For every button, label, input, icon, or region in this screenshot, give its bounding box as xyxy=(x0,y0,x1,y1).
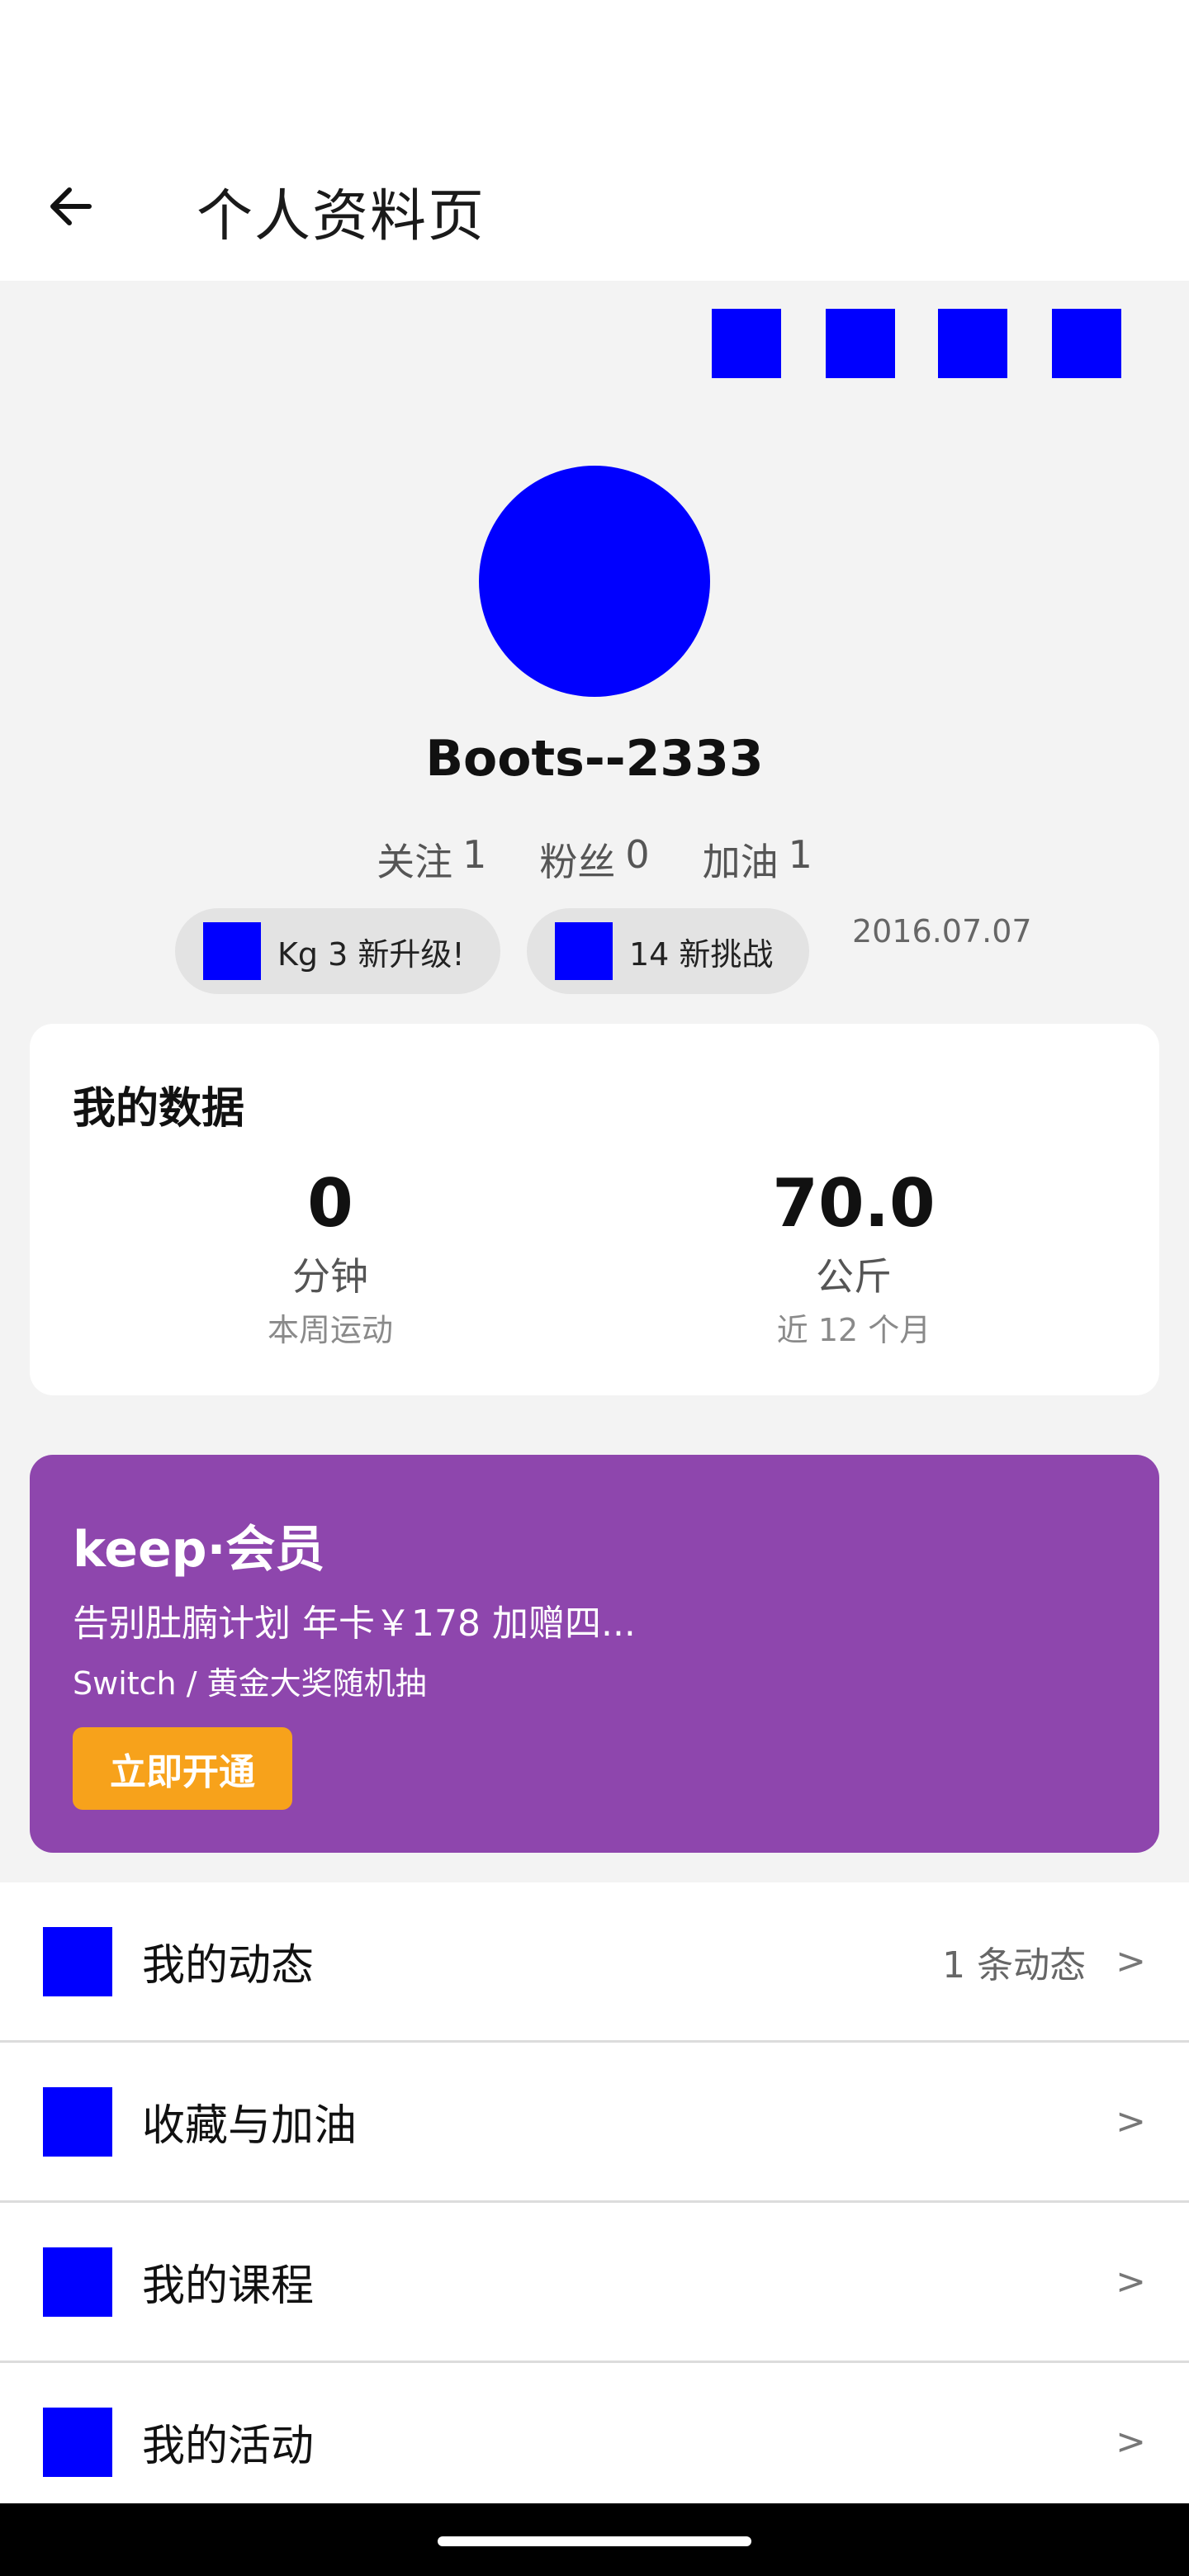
join-date: 2016.07.07 xyxy=(852,913,1032,949)
home-indicator[interactable] xyxy=(438,2536,751,2546)
toolbar-action-4-icon[interactable] xyxy=(1052,309,1121,378)
favorites-icon xyxy=(43,2086,112,2157)
metric-value: 70.0 xyxy=(772,1165,936,1242)
metric-weekly-exercise: 0 分钟 本周运动 xyxy=(124,1167,537,1350)
menu-item-my-courses[interactable]: 我的课程 > xyxy=(0,2203,1189,2363)
arrow-left-icon xyxy=(50,187,92,225)
menu-item-meta: 1 条动态 xyxy=(942,1944,1087,1986)
menu-list: 我的动态 1 条动态 > 收藏与加油 > 我的课程 > 我的活动 > xyxy=(0,1882,1189,2523)
chip-label: Kg 3 新升级! xyxy=(277,935,465,973)
system-nav-bar xyxy=(0,2503,1189,2576)
level-badge-icon xyxy=(203,922,261,980)
menu-item-label: 我的课程 xyxy=(142,2261,315,2311)
chevron-right-icon: > xyxy=(1116,2100,1146,2143)
my-data-card[interactable]: 我的数据 0 分钟 本周运动 70.0 公斤 近 12 个月 xyxy=(30,1024,1159,1395)
stat-value: 1 xyxy=(788,832,812,877)
profile-screen: 个人资料页 Boots--2333 关注 1 粉丝 0 加油 1 Kg 3 新升… xyxy=(0,0,1189,2576)
level-chip[interactable]: Kg 3 新升级! xyxy=(175,908,500,994)
toolbar-action-2-icon[interactable] xyxy=(826,309,895,378)
member-promo-subtext: Switch / 黄金大奖随机抽 xyxy=(73,1665,427,1702)
menu-item-label: 收藏与加油 xyxy=(142,2101,358,2151)
stat-label: 关注 xyxy=(377,840,453,884)
member-promo-text: 告别肚腩计划 年卡￥178 加赠四... xyxy=(73,1603,636,1645)
chip-label: 14 新挑战 xyxy=(629,935,774,973)
toolbar-action-1-icon[interactable] xyxy=(712,309,781,378)
username: Boots--2333 xyxy=(425,730,764,788)
stat-label: 加油 xyxy=(702,840,779,884)
courses-icon xyxy=(43,2247,112,2317)
menu-item-favorites[interactable]: 收藏与加油 > xyxy=(0,2043,1189,2203)
metric-desc: 本周运动 xyxy=(267,1312,393,1348)
member-promo-card[interactable]: keep·会员 告别肚腩计划 年卡￥178 加赠四... Switch / 黄金… xyxy=(30,1455,1159,1853)
stat-value: 0 xyxy=(625,832,650,877)
chevron-right-icon: > xyxy=(1116,1940,1146,1982)
menu-item-my-activities[interactable]: 我的活动 > xyxy=(0,2363,1189,2523)
activities-icon xyxy=(43,2407,112,2477)
metric-desc: 近 12 个月 xyxy=(776,1312,931,1348)
posts-icon xyxy=(43,1926,112,1996)
status-bar xyxy=(0,0,1189,140)
app-header: 个人资料页 xyxy=(0,140,1189,281)
page-title: 个人资料页 xyxy=(197,184,486,249)
metric-value: 0 xyxy=(307,1165,353,1242)
challenge-chip[interactable]: 14 新挑战 xyxy=(527,908,809,994)
metric-unit: 分钟 xyxy=(292,1254,368,1299)
open-membership-button[interactable]: 立即开通 xyxy=(73,1727,292,1810)
stat-following[interactable]: 关注 1 xyxy=(377,832,486,887)
stat-label: 粉丝 xyxy=(539,840,616,884)
chevron-right-icon: > xyxy=(1116,2421,1146,2463)
card-title: 我的数据 xyxy=(73,1084,245,1134)
stat-followers[interactable]: 粉丝 0 xyxy=(539,832,649,887)
back-button[interactable] xyxy=(43,173,109,239)
profile-stats: 关注 1 粉丝 0 加油 1 xyxy=(0,832,1189,887)
chevron-right-icon: > xyxy=(1116,2261,1146,2303)
menu-item-label: 我的动态 xyxy=(142,1941,315,1991)
stat-value: 1 xyxy=(462,832,487,877)
menu-item-label: 我的活动 xyxy=(142,2422,315,2471)
toolbar-action-3-icon[interactable] xyxy=(938,309,1007,378)
avatar[interactable] xyxy=(479,466,710,697)
menu-item-my-posts[interactable]: 我的动态 1 条动态 > xyxy=(0,1882,1189,2043)
challenge-badge-icon xyxy=(555,922,613,980)
metric-weight: 70.0 公斤 近 12 个月 xyxy=(647,1167,1060,1350)
stat-cheers[interactable]: 加油 1 xyxy=(703,832,812,887)
metric-unit: 公斤 xyxy=(816,1254,892,1299)
member-title: keep·会员 xyxy=(73,1521,325,1579)
